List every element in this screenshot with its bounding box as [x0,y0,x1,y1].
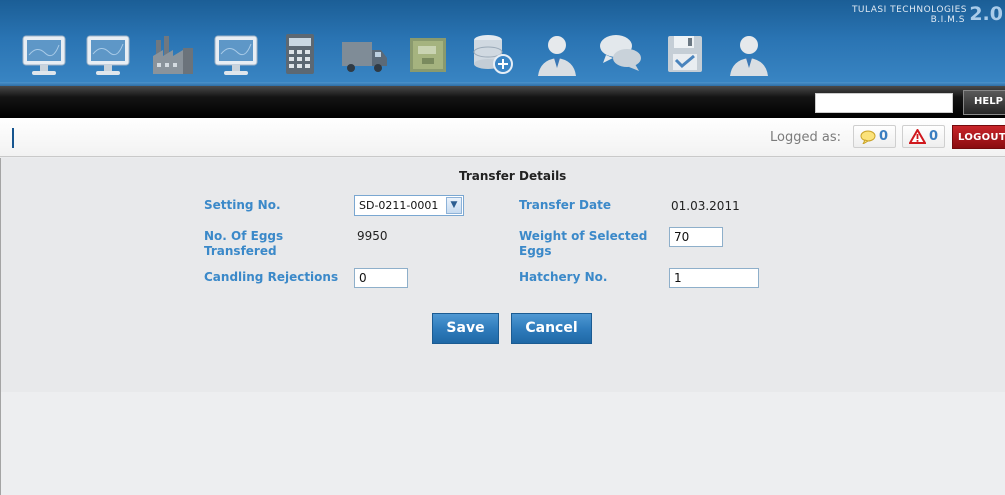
hatchery-no-field[interactable]: 1 [669,268,759,288]
help-button[interactable]: HELP [963,90,1005,115]
brand: TULASI TECHNOLOGIES B.I.M.S [852,5,967,25]
messages-count: 0 [879,129,889,144]
setting-no-label: Setting No. [204,198,281,212]
cancel-button[interactable]: Cancel [511,313,592,344]
setting-no-value: SD-0211-0001 [359,199,439,212]
chat-icon[interactable] [596,30,646,80]
monitor-icon[interactable] [212,30,262,80]
alerts-count: 0 [929,129,939,144]
user-bar: Logged as: 0 0 LOGOUT [0,118,1005,157]
monitor-icon[interactable] [20,30,70,80]
floppy-disk-icon[interactable] [660,30,710,80]
hatchery-no-label: Hatchery No. [519,270,608,284]
eggs-transfered-label-line2: Transfered [204,244,277,258]
transfer-date-label: Transfer Date [519,198,611,212]
weight-selected-eggs-field[interactable]: 70 [669,227,723,247]
monitor-icon[interactable] [84,30,134,80]
content-footer-area [0,392,1005,495]
search-input[interactable] [815,93,953,113]
save-button[interactable]: Save [432,313,499,344]
left-border [0,158,1,495]
brand-company: TULASI TECHNOLOGIES [851,5,967,15]
app-header: TULASI TECHNOLOGIES B.I.M.S 2.0 [0,0,1005,86]
setting-no-select[interactable]: SD-0211-0001 ▼ [354,195,464,216]
chevron-down-icon[interactable]: ▼ [446,197,462,214]
eggs-transfered-label: No. Of Eggs Transfered [204,229,283,259]
logged-as-label: Logged as: [770,130,841,145]
eggs-transfered-value: 9950 [357,229,388,243]
logout-button[interactable]: LOGOUT [952,125,1005,149]
brand-version: 2.0 [969,3,1003,25]
weight-label-line2: Eggs [519,244,552,258]
candling-rejections-field[interactable]: 0 [354,268,408,288]
brand-product: B.I.M.S [930,15,965,25]
user-icon[interactable] [724,30,774,80]
map-icon[interactable] [404,30,454,80]
eggs-transfered-label-line1: No. Of Eggs [204,229,284,243]
weight-selected-eggs-label: Weight of Selected Eggs [519,229,647,259]
truck-icon[interactable] [340,30,390,80]
page-title: Transfer Details [459,169,567,183]
factory-icon[interactable] [148,30,198,80]
database-add-icon[interactable] [468,30,518,80]
calculator-icon[interactable] [276,30,326,80]
messages-badge[interactable]: 0 [853,125,896,148]
weight-label-line1: Weight of Selected [519,229,648,243]
candling-rejections-label: Candling Rejections [204,270,339,284]
user-icon[interactable] [532,30,582,80]
text-caret [12,128,14,148]
alerts-badge[interactable]: 0 [902,125,945,148]
toolbar: HELP [0,86,1005,118]
speech-bubble-icon [860,130,876,144]
transfer-date-value: 01.03.2011 [671,199,740,213]
warning-icon [909,129,926,144]
content-area [0,158,1005,392]
